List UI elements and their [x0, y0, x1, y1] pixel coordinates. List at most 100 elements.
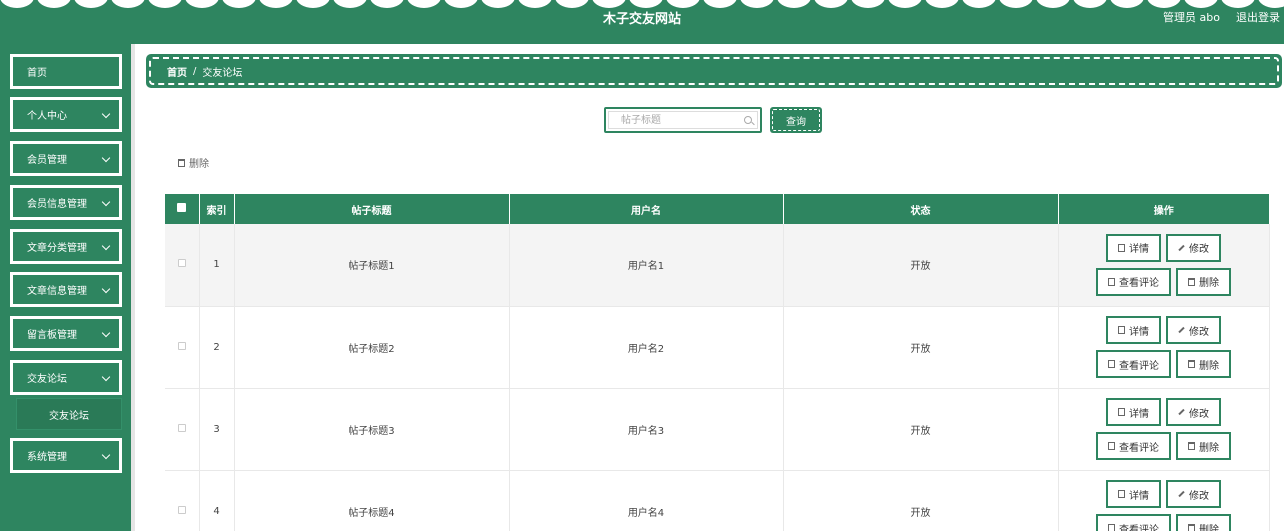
document-icon [1118, 243, 1125, 252]
delete-label: 删除 [1199, 278, 1219, 290]
view-comments-label: 查看评论 [1119, 524, 1159, 531]
row-title: 帖子标题3 [234, 388, 510, 471]
detail-button[interactable]: 详情 [1106, 398, 1161, 426]
sidebar-subitem-forum[interactable]: 交友论坛 [16, 398, 122, 430]
delete-button[interactable]: 删除 [1176, 350, 1231, 378]
row-index: 1 [199, 224, 235, 307]
view-comments-label: 查看评论 [1119, 442, 1159, 454]
sidebar-scrollbar[interactable] [131, 44, 135, 531]
chevron-down-icon [101, 197, 111, 207]
delete-button[interactable]: 删除 [1176, 267, 1231, 296]
trash-icon [178, 158, 185, 167]
delete-button[interactable]: 删除 [1176, 432, 1231, 460]
row-checkbox[interactable] [177, 341, 186, 350]
sidebar-item-message-board-management[interactable]: 留言板管理 [10, 316, 122, 351]
row-checkbox[interactable] [177, 259, 186, 268]
column-header-actions: 操作 [1058, 194, 1269, 224]
bulk-delete-label: 删除 [189, 159, 209, 170]
query-button-label: 查询 [786, 116, 806, 128]
table-row: 2 帖子标题2 用户名2 开放 详情 修改 查看评论 删除 [165, 306, 1270, 389]
edit-button[interactable]: 修改 [1166, 316, 1221, 344]
breadcrumb-current: 交友论坛 [202, 67, 243, 79]
column-header-title: 帖子标题 [234, 194, 510, 224]
detail-button[interactable]: 详情 [1106, 480, 1161, 508]
row-username: 用户名2 [509, 306, 784, 389]
row-index: 4 [199, 470, 235, 531]
sidebar-item-article-info-management[interactable]: 文章信息管理 [10, 272, 122, 307]
search-icon [744, 116, 752, 124]
delete-label: 删除 [1199, 524, 1219, 531]
row-actions: 详情 修改 查看评论 删除 [1058, 306, 1270, 389]
search-box [604, 107, 762, 133]
breadcrumb-home-link[interactable]: 首页 [167, 64, 187, 79]
column-header-status: 状态 [783, 194, 1059, 224]
row-checkbox[interactable] [177, 505, 186, 514]
view-comments-label: 查看评论 [1119, 360, 1159, 372]
sidebar-item-home[interactable]: 首页 [10, 54, 122, 89]
sidebar-item-system-management[interactable]: 系统管理 [10, 438, 122, 473]
sidebar-item-label: 文章信息管理 [27, 286, 87, 297]
row-username: 用户名1 [509, 224, 784, 307]
table-row: 1 帖子标题1 用户名1 开放 详情 修改 查看评论 删除 [165, 224, 1270, 307]
top-header: 木子交友网站 管理员 abo 退出登录 [0, 0, 1284, 44]
query-button[interactable]: 查询 [770, 107, 822, 133]
edit-button[interactable]: 修改 [1166, 233, 1221, 262]
edit-icon [1178, 326, 1185, 334]
row-title: 帖子标题1 [234, 224, 510, 307]
bulk-delete-button[interactable]: 删除 [178, 155, 209, 170]
edit-button[interactable]: 修改 [1166, 480, 1221, 508]
sidebar-item-article-category-management[interactable]: 文章分类管理 [10, 229, 122, 264]
sidebar-item-label: 会员信息管理 [27, 199, 87, 210]
trash-icon [1188, 360, 1195, 368]
document-icon [1118, 326, 1125, 334]
chevron-down-icon [101, 153, 111, 163]
sidebar-item-member-management[interactable]: 会员管理 [10, 141, 122, 176]
detail-button[interactable]: 详情 [1106, 316, 1161, 344]
view-comments-button[interactable]: 查看评论 [1096, 432, 1171, 460]
document-icon [1118, 408, 1125, 416]
logout-link[interactable]: 退出登录 [1236, 9, 1280, 25]
delete-label: 删除 [1199, 442, 1219, 454]
row-actions: 详情 修改 查看评论 删除 [1058, 224, 1270, 307]
row-status: 开放 [783, 306, 1059, 389]
sidebar-item-forum[interactable]: 交友论坛 [10, 360, 122, 395]
view-comments-button[interactable]: 查看评论 [1096, 350, 1171, 378]
column-header-index: 索引 [199, 194, 235, 224]
row-title: 帖子标题2 [234, 306, 510, 389]
edit-button[interactable]: 修改 [1166, 398, 1221, 426]
detail-button[interactable]: 详情 [1106, 233, 1161, 262]
row-actions: 详情 修改 查看评论 删除 [1058, 388, 1270, 471]
detail-label: 详情 [1129, 490, 1149, 502]
current-user: 管理员 abo [1163, 11, 1220, 24]
row-checkbox[interactable] [177, 423, 186, 432]
header-scallop-decoration [0, 0, 1284, 8]
sidebar-item-label: 系统管理 [27, 452, 67, 463]
document-icon [1108, 442, 1115, 450]
view-comments-button[interactable]: 查看评论 [1096, 267, 1171, 296]
table-header-row: 索引 帖子标题 用户名 状态 操作 [165, 194, 1269, 224]
column-header-username: 用户名 [509, 194, 784, 224]
chevron-down-icon [101, 328, 111, 338]
detail-label: 详情 [1129, 326, 1149, 338]
sidebar-item-personal-center[interactable]: 个人中心 [10, 97, 122, 132]
row-status: 开放 [783, 470, 1059, 531]
delete-button[interactable]: 删除 [1176, 514, 1231, 531]
document-icon [1108, 277, 1115, 286]
sidebar-item-member-info-management[interactable]: 会员信息管理 [10, 185, 122, 220]
row-status: 开放 [783, 388, 1059, 471]
trash-icon [1188, 277, 1195, 286]
row-index: 3 [199, 388, 235, 471]
sidebar-item-label: 会员管理 [27, 155, 67, 166]
table-row: 3 帖子标题3 用户名3 开放 详情 修改 查看评论 删除 [165, 388, 1270, 471]
row-status: 开放 [783, 224, 1059, 307]
row-index: 2 [199, 306, 235, 389]
forum-table: 索引 帖子标题 用户名 状态 操作 1 帖子标题1 用户名1 开放 详情 修改 … [165, 194, 1270, 531]
edit-icon [1178, 244, 1185, 251]
chevron-down-icon [101, 284, 111, 294]
document-icon [1118, 490, 1125, 498]
row-actions: 详情 修改 查看评论 删除 [1058, 470, 1270, 531]
row-username: 用户名3 [509, 388, 784, 471]
search-input[interactable] [608, 111, 758, 129]
select-all-checkbox[interactable] [177, 203, 187, 212]
view-comments-button[interactable]: 查看评论 [1096, 514, 1171, 531]
